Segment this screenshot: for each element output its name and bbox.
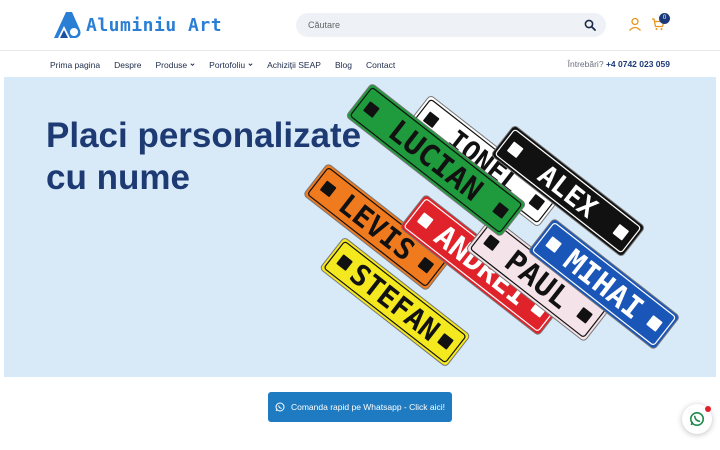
main-navigation: Prima pagina Despre Produse Portofoliu A… — [0, 50, 720, 77]
nav-item-seap[interactable]: Achiziții SEAP — [267, 60, 321, 70]
nav-label: Blog — [334, 59, 352, 70]
nav-menu: Prima pagina Despre Produse Portofoliu A… — [50, 51, 409, 78]
brand-name: Aluminiu Art — [86, 14, 223, 36]
nav-item-about[interactable]: Despre — [114, 60, 141, 70]
logo[interactable]: Aluminiu Art — [50, 8, 222, 42]
whatsapp-order-button[interactable]: Comanda rapid pe Whatsapp - Click aici! — [268, 392, 452, 422]
nav-item-portfolio[interactable]: Portofoliu — [209, 60, 253, 70]
nav-item-products[interactable]: Produse — [156, 60, 196, 70]
hero-banner: Placi personalizate cu nume LEVIS ANDREI P… — [4, 77, 716, 377]
whatsapp-icon — [690, 412, 704, 426]
search-icon[interactable] — [584, 19, 596, 31]
nav-label: Portofoliu — [209, 59, 246, 70]
nav-item-contact[interactable]: Contact — [366, 60, 395, 70]
page: Aluminiu Art 0 Prima pagina Despre Produ… — [0, 0, 720, 450]
chevron-down-icon — [248, 63, 253, 67]
whatsapp-order-label: Comanda rapid pe Whatsapp - Click aici! — [290, 402, 445, 412]
nav-label: Prima pagina — [50, 59, 101, 70]
nav-label: Contact — [365, 59, 396, 70]
phone-contact: Întrebări? +4 0742 023 059 — [568, 59, 670, 69]
logo-icon — [54, 12, 81, 38]
search-input[interactable] — [308, 13, 568, 37]
header: Aluminiu Art 0 — [0, 0, 720, 50]
phone-question: Întrebări? — [567, 59, 604, 69]
nav-label: Despre — [114, 59, 142, 70]
user-icon[interactable] — [628, 17, 642, 31]
phone-number-link[interactable]: +4 0742 023 059 — [606, 59, 670, 69]
nav-item-home[interactable]: Prima pagina — [50, 60, 100, 70]
chevron-down-icon — [190, 63, 195, 67]
whatsapp-icon — [275, 402, 285, 412]
nav-label: Achiziții SEAP — [267, 59, 321, 70]
nav-item-blog[interactable]: Blog — [335, 60, 352, 70]
cart-count-badge: 0 — [659, 13, 670, 24]
nav-label: Produse — [155, 59, 188, 70]
search-bar — [296, 13, 606, 37]
name-plates-image: LEVIS ANDREIPAULMIHAIIONELLUCIAN ALEXSTEFA… — [304, 84, 679, 366]
notification-dot — [705, 406, 711, 412]
